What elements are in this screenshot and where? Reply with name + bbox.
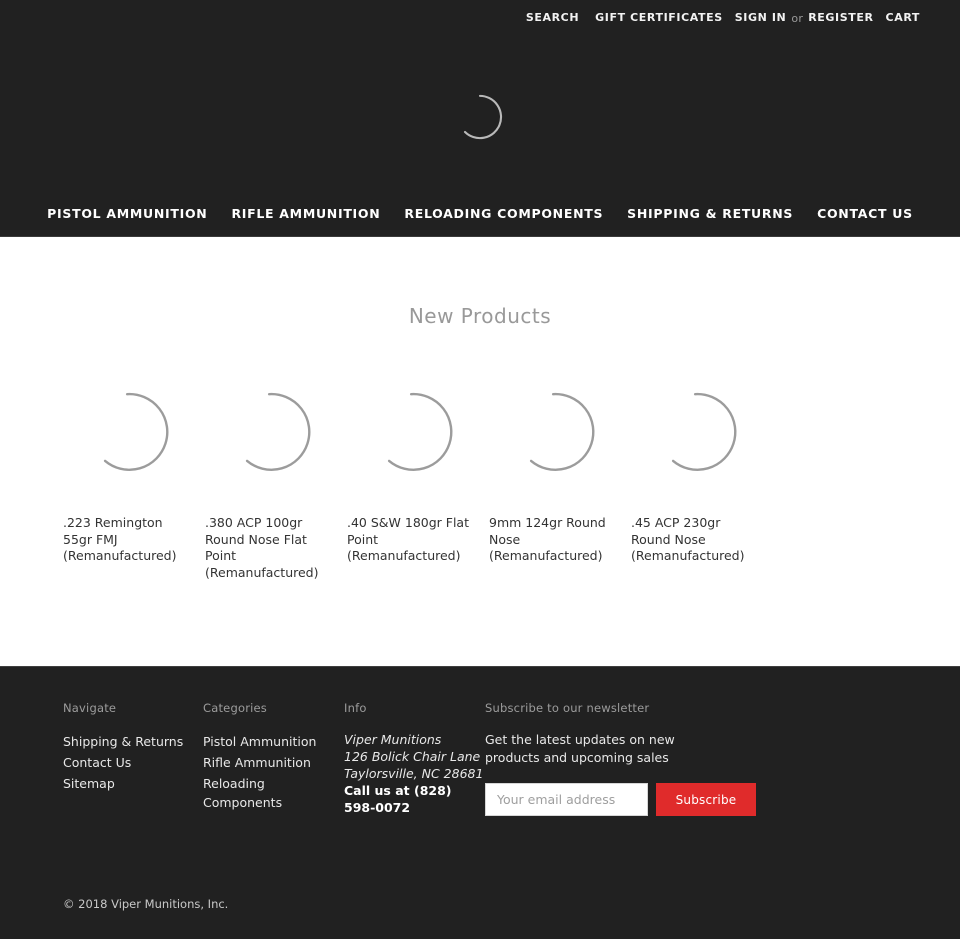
- product-image[interactable]: [631, 357, 773, 507]
- site-header: SEARCH GIFT CERTIFICATES SIGN IN or REGI…: [0, 0, 960, 237]
- product-title[interactable]: .45 ACP 230gr Round Nose (Remanufactured…: [631, 515, 773, 565]
- footer-link-sitemap[interactable]: Sitemap: [63, 776, 115, 791]
- copyright-text: © 2018 Viper Munitions, Inc.: [63, 897, 229, 911]
- footer-link-pistol-ammunition[interactable]: Pistol Ammunition: [203, 734, 316, 749]
- company-name: Viper Munitions: [344, 732, 442, 747]
- footer-link-reloading-components[interactable]: Reloading Components: [203, 776, 282, 810]
- address-line-2: Taylorsville, NC 28681: [344, 766, 484, 781]
- product-card[interactable]: 9mm 124gr Round Nose (Remanufactured): [489, 357, 631, 581]
- footer-heading-navigate: Navigate: [63, 701, 117, 715]
- loading-spinner-icon: [671, 392, 737, 471]
- top-nav-gift-certificates[interactable]: GIFT CERTIFICATES: [587, 0, 731, 36]
- list-item: Pistol Ammunition: [203, 731, 344, 750]
- newsletter-description: Get the latest updates on new products a…: [485, 732, 675, 765]
- product-image[interactable]: [63, 357, 205, 507]
- list-item: Reloading Components: [203, 773, 344, 811]
- footer-column-info: Info Viper Munitions 126 Bolick Chair La…: [344, 701, 485, 816]
- new-products-grid: .223 Remington 55gr FMJ (Remanufactured)…: [63, 357, 833, 581]
- footer-heading-subscribe: Subscribe to our newsletter: [485, 701, 650, 715]
- footer-link-contact-us[interactable]: Contact Us: [63, 755, 131, 770]
- top-utility-nav: SEARCH GIFT CERTIFICATES SIGN IN or REGI…: [518, 0, 928, 36]
- account-links: SIGN IN or REGISTER: [731, 0, 878, 36]
- nav-item-rifle-ammunition[interactable]: RIFLE AMMUNITION: [219, 206, 392, 221]
- product-card[interactable]: .223 Remington 55gr FMJ (Remanufactured): [63, 357, 205, 581]
- footer-link-rifle-ammunition[interactable]: Rifle Ammunition: [203, 755, 311, 770]
- top-nav-cart[interactable]: CART: [878, 0, 928, 36]
- footer-column-categories: Categories Pistol Ammunition Rifle Ammun…: [203, 701, 344, 816]
- loading-spinner-icon: [245, 392, 311, 471]
- product-title[interactable]: .380 ACP 100gr Round Nose Flat Point (Re…: [205, 515, 347, 581]
- site-logo-area[interactable]: [0, 42, 960, 192]
- loading-spinner-icon: [103, 392, 169, 471]
- main-content: New Products .223 Remington 55gr FMJ (Re…: [0, 237, 960, 666]
- footer-heading-categories: Categories: [203, 701, 267, 715]
- product-image[interactable]: [205, 357, 347, 507]
- main-navigation: PISTOL AMMUNITION RIFLE AMMUNITION RELOA…: [0, 191, 960, 236]
- loading-spinner-icon: [387, 392, 453, 471]
- product-card[interactable]: .380 ACP 100gr Round Nose Flat Point (Re…: [205, 357, 347, 581]
- footer-heading-info: Info: [344, 701, 367, 715]
- footer-link-shipping-returns[interactable]: Shipping & Returns: [63, 734, 183, 749]
- subscribe-button[interactable]: Subscribe: [656, 783, 756, 816]
- nav-item-shipping-returns[interactable]: SHIPPING & RETURNS: [615, 206, 805, 221]
- product-card[interactable]: .40 S&W 180gr Flat Point (Remanufactured…: [347, 357, 489, 581]
- or-separator: or: [791, 11, 804, 25]
- page-title: New Products: [408, 304, 552, 328]
- address-line-1: 126 Bolick Chair Lane: [344, 749, 481, 764]
- top-nav-search[interactable]: SEARCH: [518, 0, 587, 36]
- list-item: Rifle Ammunition: [203, 752, 344, 771]
- product-card[interactable]: .45 ACP 230gr Round Nose (Remanufactured…: [631, 357, 773, 581]
- product-title[interactable]: .40 S&W 180gr Flat Point (Remanufactured…: [347, 515, 489, 565]
- email-field[interactable]: [485, 783, 648, 816]
- product-title[interactable]: 9mm 124gr Round Nose (Remanufactured): [489, 515, 631, 565]
- footer-column-subscribe: Subscribe to our newsletter Get the late…: [485, 701, 785, 816]
- phone-number: Call us at (828) 598-0072: [344, 783, 452, 815]
- nav-item-reloading-components[interactable]: RELOADING COMPONENTS: [392, 206, 615, 221]
- product-image[interactable]: [489, 357, 631, 507]
- nav-item-contact-us[interactable]: CONTACT US: [805, 206, 925, 221]
- loading-spinner-icon: [529, 392, 595, 471]
- list-item: Contact Us: [63, 752, 203, 771]
- footer-column-navigate: Navigate Shipping & Returns Contact Us S…: [63, 701, 203, 816]
- product-title[interactable]: .223 Remington 55gr FMJ (Remanufactured): [63, 515, 205, 565]
- loading-spinner-icon: [463, 94, 503, 140]
- site-footer: Navigate Shipping & Returns Contact Us S…: [0, 666, 960, 939]
- newsletter-form: Subscribe: [485, 783, 785, 816]
- product-image[interactable]: [347, 357, 489, 507]
- footer-links-categories: Pistol Ammunition Rifle Ammunition Reloa…: [203, 731, 344, 811]
- nav-item-pistol-ammunition[interactable]: PISTOL AMMUNITION: [35, 206, 219, 221]
- list-item: Sitemap: [63, 773, 203, 792]
- footer-links-navigate: Shipping & Returns Contact Us Sitemap: [63, 731, 203, 792]
- top-nav-sign-in[interactable]: SIGN IN: [731, 0, 791, 36]
- top-nav-register[interactable]: REGISTER: [804, 0, 877, 36]
- list-item: Shipping & Returns: [63, 731, 203, 750]
- footer-columns: Navigate Shipping & Returns Contact Us S…: [63, 701, 903, 816]
